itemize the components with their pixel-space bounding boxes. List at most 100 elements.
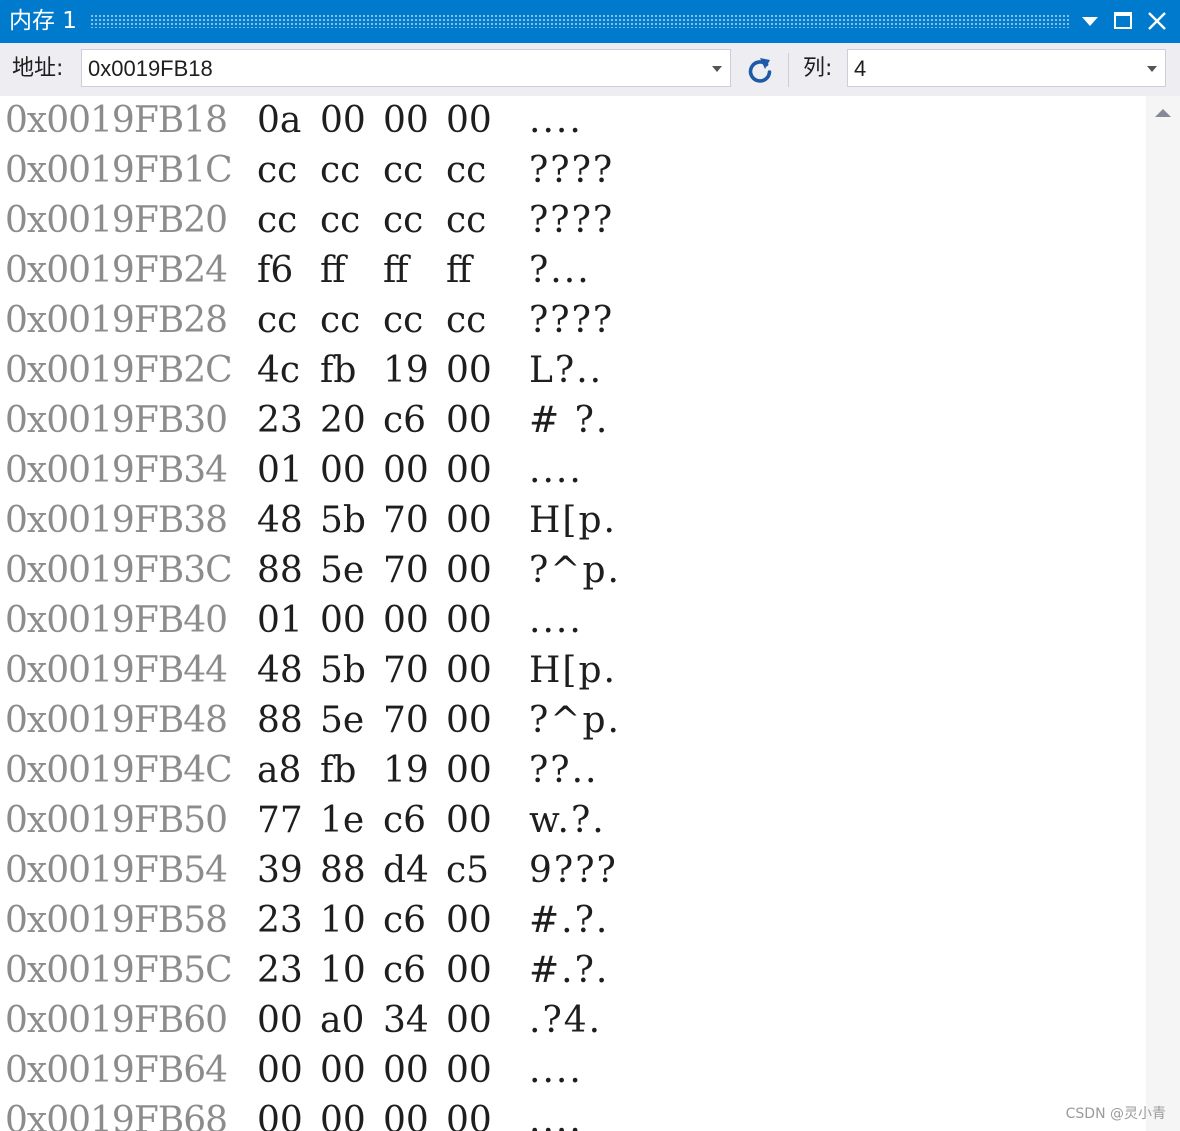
memory-byte[interactable]: 23 [257,946,303,996]
memory-ascii[interactable]: ?^p. [529,696,621,746]
maximize-icon[interactable] [1110,8,1136,34]
memory-ascii[interactable]: H[p. [529,646,617,696]
memory-ascii[interactable]: 9??? [529,846,618,896]
memory-byte[interactable]: cc [446,196,486,246]
memory-byte[interactable]: 88 [257,546,303,596]
memory-ascii[interactable]: .?4. [529,996,602,1046]
memory-row[interactable]: 0x0019FB58 23 10 c6 00 #.?. [0,896,1146,946]
memory-address[interactable]: 0x0019FB40 [5,596,228,646]
columns-input[interactable]: 4 [854,55,866,83]
memory-byte[interactable]: 70 [383,696,429,746]
memory-address[interactable]: 0x0019FB44 [5,646,228,696]
columns-combobox[interactable]: 4 [847,49,1166,87]
memory-byte[interactable]: 39 [257,846,303,896]
memory-byte[interactable]: 4c [257,346,300,396]
memory-byte[interactable]: 00 [320,446,366,496]
memory-byte[interactable]: 00 [446,1096,492,1131]
memory-byte[interactable]: 00 [383,596,429,646]
memory-byte[interactable]: cc [446,146,486,196]
memory-byte[interactable]: fb [320,746,356,796]
memory-address[interactable]: 0x0019FB4C [5,746,233,796]
memory-row[interactable]: 0x0019FB64 00 00 00 00.... [0,1046,1146,1096]
memory-address[interactable]: 0x0019FB1C [5,146,233,196]
memory-byte[interactable]: 70 [383,646,429,696]
memory-byte[interactable]: 00 [383,1046,429,1096]
memory-byte[interactable]: 70 [383,496,429,546]
memory-byte[interactable]: c6 [383,896,426,946]
memory-address[interactable]: 0x0019FB58 [5,896,228,946]
memory-byte[interactable]: 1e [320,796,364,846]
memory-row[interactable]: 0x0019FB30 23 20 c6 00 # ?. [0,396,1146,446]
memory-row[interactable]: 0x0019FB4C a8 fb 19 00??.. [0,746,1146,796]
memory-row[interactable]: 0x0019FB50 77 1e c6 00 w.?. [0,796,1146,846]
memory-row[interactable]: 0x0019FB44 48 5b 70 00 H[p. [0,646,1146,696]
memory-byte[interactable]: 00 [383,446,429,496]
memory-address[interactable]: 0x0019FB34 [5,446,228,496]
memory-ascii[interactable]: H[p. [529,496,617,546]
memory-row[interactable]: 0x0019FB3C 88 5e 70 00 ?^p. [0,546,1146,596]
memory-byte[interactable]: 48 [257,646,303,696]
memory-byte[interactable]: cc [446,296,486,346]
memory-byte[interactable]: cc [257,146,297,196]
memory-byte[interactable]: c5 [446,846,489,896]
address-input[interactable]: 0x0019FB18 [88,55,213,83]
address-combobox[interactable]: 0x0019FB18 [81,49,731,87]
chevron-down-icon[interactable] [710,64,724,74]
memory-byte[interactable]: 01 [257,446,303,496]
memory-byte[interactable]: c6 [383,396,426,446]
memory-byte[interactable]: 00 [383,96,429,146]
memory-byte[interactable]: 5b [320,496,366,546]
memory-row[interactable]: 0x0019FB48 88 5e 70 00 ?^p. [0,696,1146,746]
memory-byte[interactable]: 00 [446,746,492,796]
memory-ascii[interactable]: ?... [529,246,591,296]
memory-address[interactable]: 0x0019FB30 [5,396,228,446]
memory-ascii[interactable]: # ?. [529,396,609,446]
memory-row[interactable]: 0x0019FB60 00 a0 34 00 .?4. [0,996,1146,1046]
memory-ascii[interactable]: .... [529,96,583,146]
memory-byte[interactable]: 23 [257,896,303,946]
memory-byte[interactable]: 00 [320,96,366,146]
memory-byte[interactable]: 00 [446,546,492,596]
memory-byte[interactable]: ff [320,246,346,296]
title-bar[interactable]: 内存 1 [0,0,1180,43]
memory-byte[interactable]: 34 [383,996,429,1046]
memory-byte[interactable]: 77 [257,796,303,846]
memory-ascii[interactable]: ???? [529,146,614,196]
memory-byte[interactable]: 5e [320,546,364,596]
memory-address[interactable]: 0x0019FB60 [5,996,228,1046]
memory-address[interactable]: 0x0019FB5C [5,946,233,996]
memory-byte[interactable]: cc [383,146,423,196]
chevron-down-icon[interactable] [1145,64,1159,74]
memory-address[interactable]: 0x0019FB54 [5,846,228,896]
memory-row[interactable]: 0x0019FB20 cc cc cc cc???? [0,196,1146,246]
memory-row[interactable]: 0x0019FB18 0a 00 00 00.... [0,96,1146,146]
memory-byte[interactable]: ff [446,246,472,296]
refresh-icon[interactable] [744,55,776,87]
memory-byte[interactable]: 00 [446,96,492,146]
memory-address[interactable]: 0x0019FB24 [5,246,228,296]
memory-ascii[interactable]: L?.. [529,346,603,396]
memory-byte[interactable]: 70 [383,546,429,596]
memory-byte[interactable]: cc [383,296,423,346]
memory-byte[interactable]: 00 [446,996,492,1046]
window-menu-dropdown-icon[interactable] [1077,8,1103,34]
memory-byte[interactable]: 88 [320,846,366,896]
memory-row[interactable]: 0x0019FB40 01 00 00 00.... [0,596,1146,646]
memory-byte[interactable]: 00 [446,946,492,996]
memory-byte[interactable]: 00 [320,596,366,646]
memory-ascii[interactable]: .... [529,596,583,646]
memory-row[interactable]: 0x0019FB38 48 5b 70 00 H[p. [0,496,1146,546]
memory-byte[interactable]: cc [320,146,360,196]
memory-ascii[interactable]: #.?. [529,946,609,996]
memory-byte[interactable]: 00 [446,446,492,496]
memory-byte[interactable]: 00 [446,346,492,396]
memory-row[interactable]: 0x0019FB34 01 00 00 00.... [0,446,1146,496]
memory-address[interactable]: 0x0019FB38 [5,496,228,546]
memory-ascii[interactable]: ???? [529,296,614,346]
memory-view[interactable]: 0x0019FB18 0a 00 00 00.... 0x0019FB1C cc cc cc cc… [0,96,1146,1131]
memory-byte[interactable]: 00 [446,1046,492,1096]
memory-byte[interactable]: 5b [320,646,366,696]
memory-address[interactable]: 0x0019FB20 [5,196,228,246]
memory-byte[interactable]: 00 [446,396,492,446]
memory-byte[interactable]: f6 [257,246,293,296]
